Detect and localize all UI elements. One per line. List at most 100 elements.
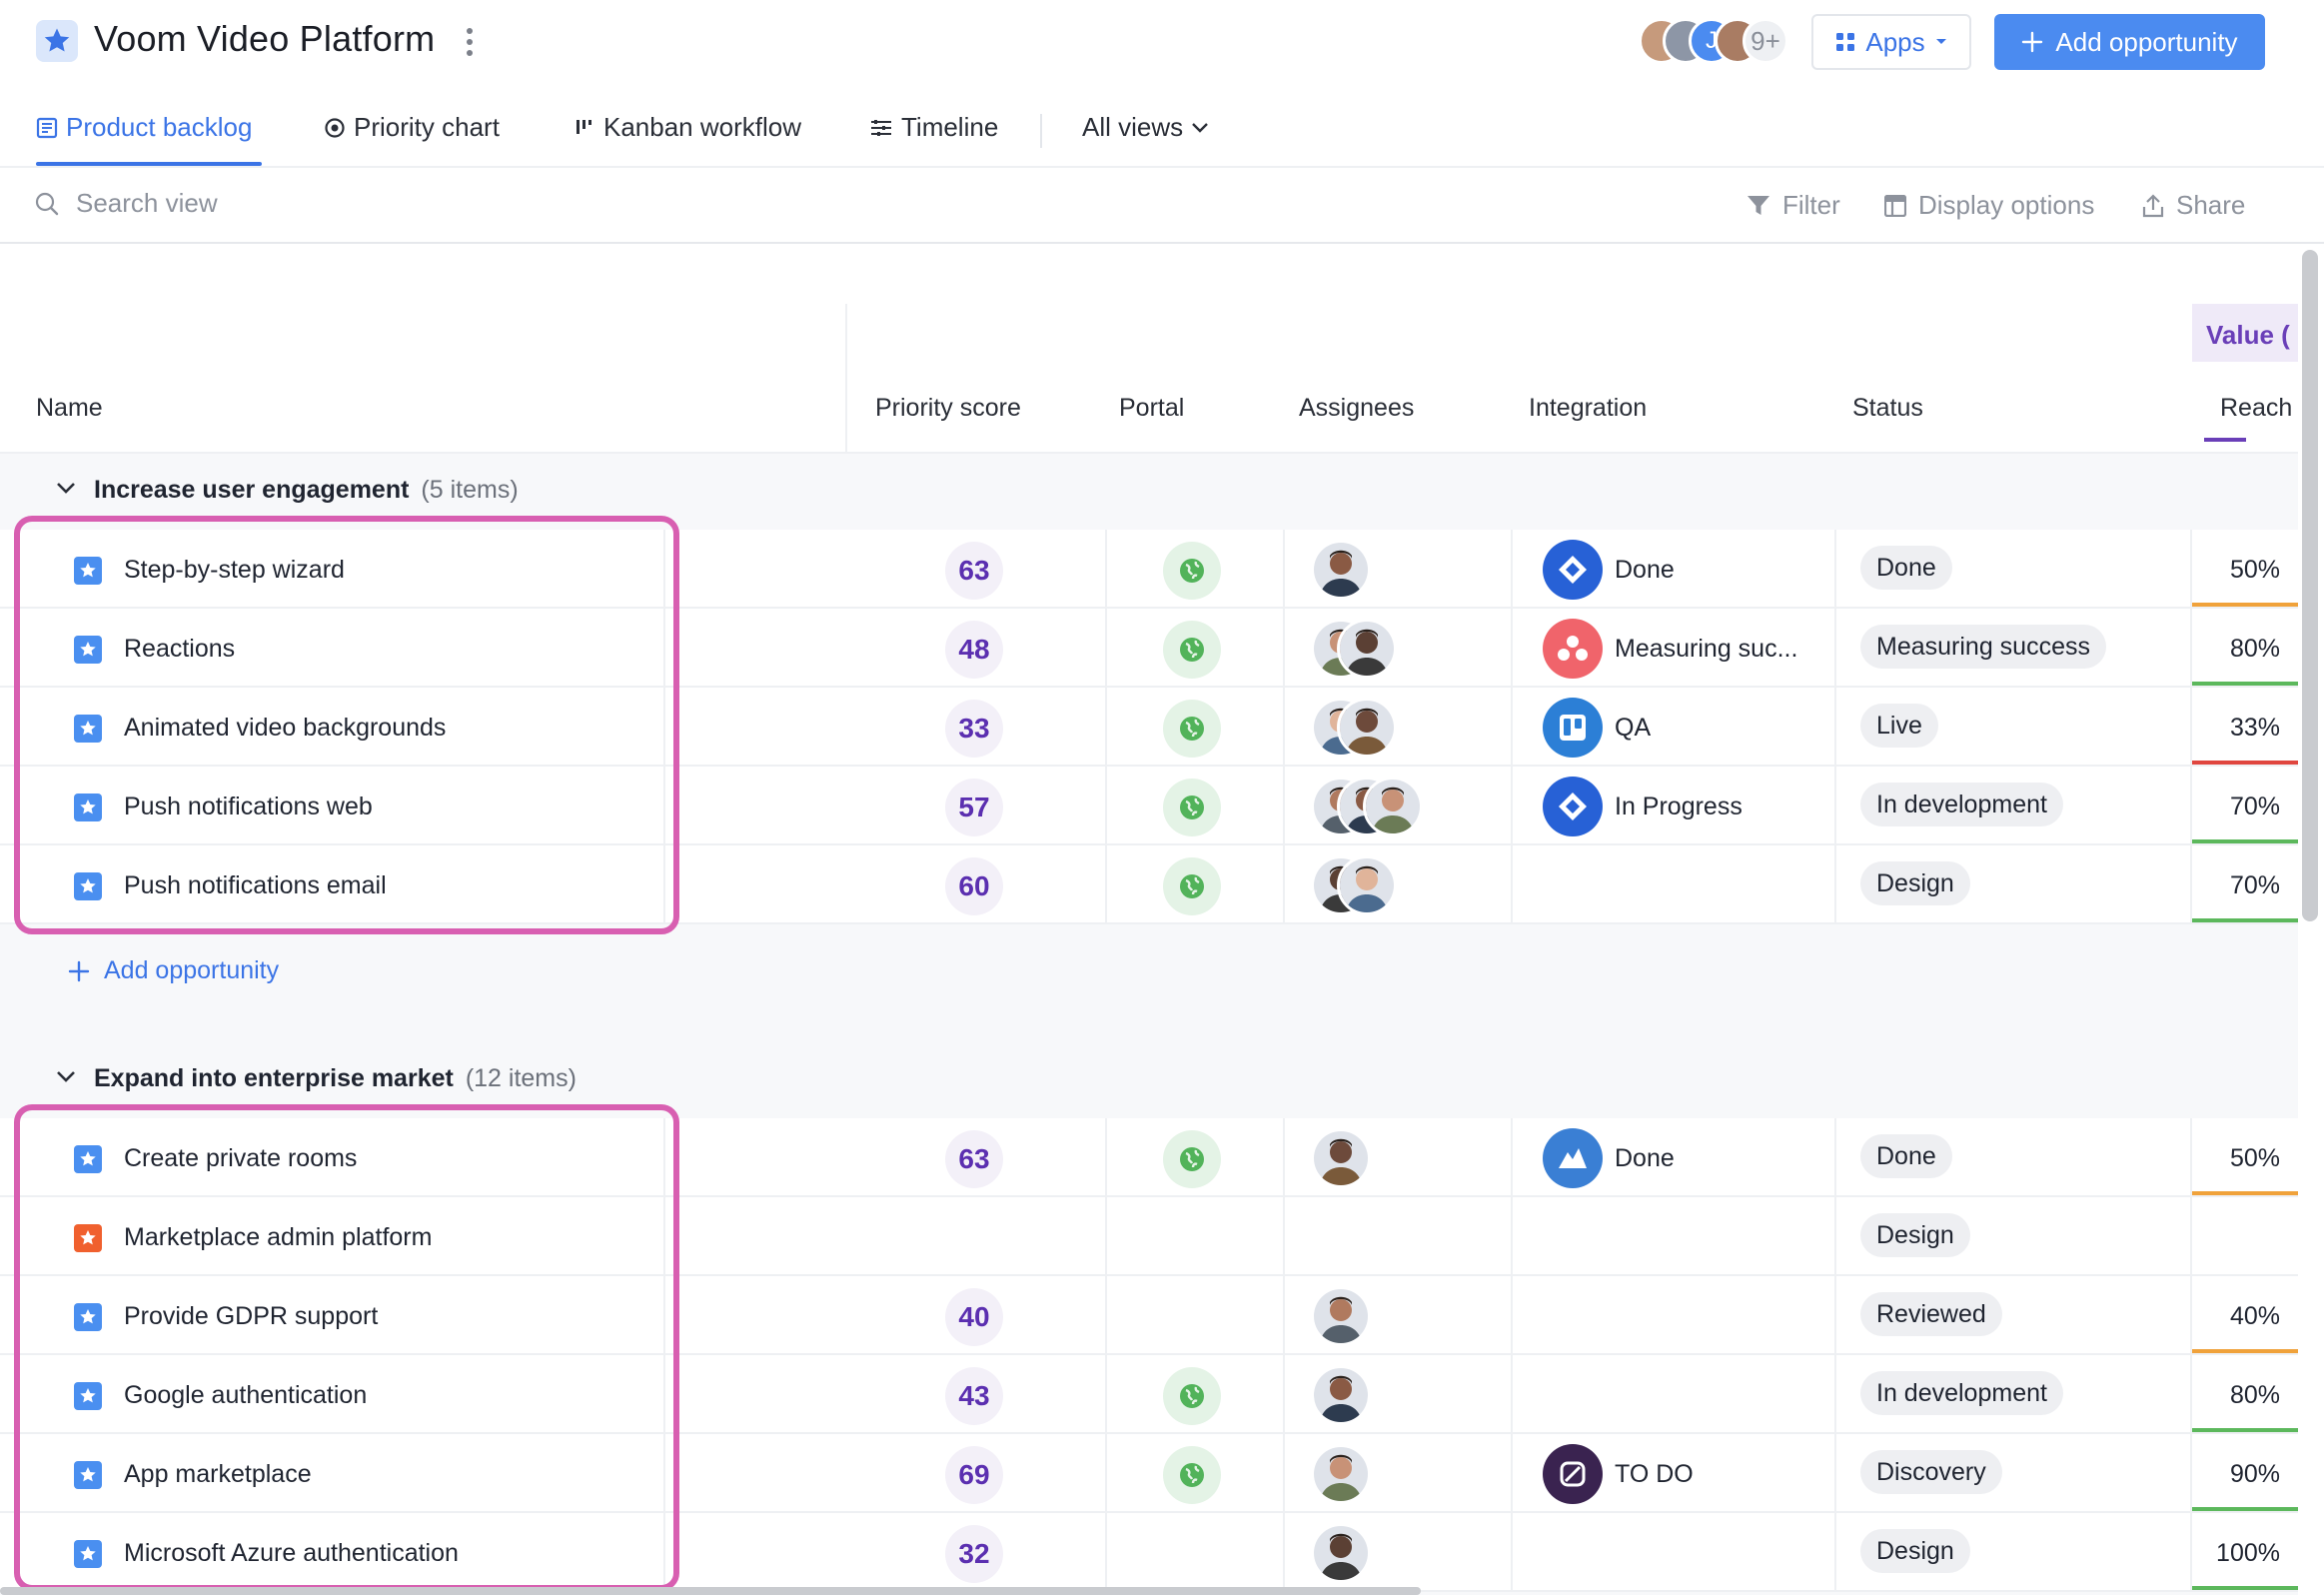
opportunity-name[interactable]: Microsoft Azure authentication — [124, 1539, 459, 1568]
tab-kanban-workflow[interactable]: Kanban workflow — [574, 112, 801, 143]
status-badge[interactable]: In development — [1860, 1371, 2063, 1415]
column-header-assignees[interactable]: Assignees — [1299, 394, 1414, 423]
portal-globe-icon[interactable] — [1163, 1446, 1221, 1504]
table-row[interactable]: Animated video backgrounds 33 QA Live 33% — [0, 688, 2298, 767]
table-row[interactable]: Push notifications web 57 In Progress In de… — [0, 767, 2298, 845]
column-header-integration[interactable]: Integration — [1529, 394, 1647, 423]
table-row[interactable]: Push notifications email 60 Design 70% — [0, 845, 2298, 924]
opportunity-name[interactable]: Google authentication — [124, 1381, 367, 1410]
table-row[interactable]: Reactions 48 Measuring suc... Measuring suc… — [0, 609, 2298, 688]
portal-globe-icon[interactable] — [1163, 1130, 1221, 1188]
status-badge[interactable]: In development — [1860, 783, 2063, 826]
opportunity-name[interactable]: Push notifications web — [124, 793, 373, 821]
status-badge[interactable]: Design — [1860, 861, 1970, 905]
cell-divider — [1283, 1276, 1285, 1355]
assignee-avatars[interactable] — [1311, 1444, 1451, 1504]
reach-cell[interactable]: 90% — [2192, 1434, 2298, 1513]
assignee-avatars[interactable] — [1311, 698, 1451, 758]
filter-button[interactable]: Filter — [1746, 190, 1840, 221]
reach-cell[interactable]: 70% — [2192, 767, 2298, 845]
table-row[interactable]: Provide GDPR support 40 Reviewed 40% — [0, 1276, 2298, 1355]
column-header-reach[interactable]: Reach — [2220, 394, 2292, 423]
column-header-name[interactable]: Name — [36, 394, 103, 423]
tab-priority-chart[interactable]: Priority chart — [324, 112, 500, 143]
group-header[interactable]: Increase user engagement (5 items) — [0, 454, 2298, 530]
opportunity-name[interactable]: Animated video backgrounds — [124, 714, 446, 743]
reach-cell[interactable]: 50% — [2192, 530, 2298, 609]
portal-globe-icon[interactable] — [1163, 1367, 1221, 1425]
horizontal-scrollbar[interactable] — [0, 1587, 1421, 1595]
reach-cell[interactable]: 50% — [2192, 1118, 2298, 1197]
column-header-status[interactable]: Status — [1852, 394, 1923, 423]
reach-cell[interactable] — [2192, 1197, 2298, 1276]
reach-cell[interactable]: 40% — [2192, 1276, 2298, 1355]
add-opportunity-link[interactable]: Add opportunity — [68, 956, 279, 985]
status-badge[interactable]: Done — [1860, 1134, 1952, 1178]
status-badge[interactable]: Design — [1860, 1213, 1970, 1257]
column-group-value[interactable]: Value ( — [2192, 304, 2298, 362]
chevron-down-icon[interactable] — [56, 482, 76, 496]
portal-globe-icon[interactable] — [1163, 542, 1221, 600]
reach-cell[interactable]: 100% — [2192, 1513, 2298, 1592]
list-icon — [36, 117, 58, 138]
column-header-portal[interactable]: Portal — [1119, 394, 1184, 423]
assignee-avatars[interactable] — [1311, 1128, 1451, 1188]
status-badge[interactable]: Measuring success — [1860, 625, 2106, 669]
opportunity-name[interactable]: Reactions — [124, 635, 235, 664]
status-badge[interactable]: Reviewed — [1860, 1292, 2002, 1336]
more-collaborators-badge[interactable]: 9+ — [1743, 18, 1788, 64]
reach-cell[interactable]: 80% — [2192, 609, 2298, 688]
status-badge[interactable]: Done — [1860, 546, 1952, 590]
assignee-avatars[interactable] — [1311, 1286, 1451, 1346]
status-badge[interactable]: Discovery — [1860, 1450, 2002, 1494]
table-row[interactable]: Google authentication 43 In development 80% — [0, 1355, 2298, 1434]
reach-cell[interactable]: 80% — [2192, 1355, 2298, 1434]
tab-product-backlog[interactable]: Product backlog — [36, 112, 252, 143]
assignee-avatars[interactable] — [1311, 540, 1451, 600]
azure-devops-icon[interactable] — [1543, 1128, 1603, 1188]
opportunity-name[interactable]: Step-by-step wizard — [124, 556, 345, 585]
more-options-icon[interactable] — [462, 24, 478, 60]
opportunity-name[interactable]: App marketplace — [124, 1460, 312, 1489]
assignee-avatars[interactable] — [1311, 1523, 1451, 1583]
shortcut-icon[interactable] — [1543, 1444, 1603, 1504]
assignee-avatars[interactable] — [1311, 855, 1451, 915]
tab-timeline[interactable]: Timeline — [869, 112, 998, 143]
collaborator-avatars[interactable]: J 9+ — [1639, 16, 1788, 66]
opportunity-name[interactable]: Marketplace admin platform — [124, 1223, 432, 1252]
portal-globe-icon[interactable] — [1163, 700, 1221, 758]
table-row[interactable]: Create private rooms 63 Done Done 50% — [0, 1118, 2298, 1197]
table-row[interactable]: Step-by-step wizard 63 Done Done 50% — [0, 530, 2298, 609]
status-badge[interactable]: Live — [1860, 704, 1938, 748]
portal-globe-icon[interactable] — [1163, 857, 1221, 915]
column-header-priority-score[interactable]: Priority score — [875, 394, 1021, 423]
table-row[interactable]: App marketplace 69 TO DO Discovery 90% — [0, 1434, 2298, 1513]
table-row[interactable]: Marketplace admin platform Design — [0, 1197, 2298, 1276]
assignee-avatars[interactable] — [1311, 1365, 1451, 1425]
vertical-scrollbar[interactable] — [2302, 250, 2318, 921]
group-header[interactable]: Expand into enterprise market (12 items) — [0, 1042, 2298, 1118]
reach-cell[interactable]: 33% — [2192, 688, 2298, 767]
assignee-avatars[interactable] — [1311, 619, 1451, 679]
opportunity-name[interactable]: Create private rooms — [124, 1144, 357, 1173]
table-row[interactable]: Microsoft Azure authentication 32 Design 10… — [0, 1513, 2298, 1592]
jira-icon[interactable] — [1543, 540, 1603, 600]
portal-globe-icon[interactable] — [1163, 621, 1221, 679]
opportunity-name[interactable]: Provide GDPR support — [124, 1302, 378, 1331]
display-options-button[interactable]: Display options — [1884, 190, 2094, 221]
asana-icon[interactable] — [1543, 619, 1603, 679]
share-button[interactable]: Share — [2142, 190, 2245, 221]
jira-icon[interactable] — [1543, 777, 1603, 836]
opportunity-name[interactable]: Push notifications email — [124, 871, 387, 900]
add-opportunity-button[interactable]: Add opportunity — [1994, 14, 2265, 70]
tab-all-views[interactable]: All views — [1082, 112, 1209, 143]
apps-button[interactable]: Apps — [1811, 14, 1971, 70]
chevron-down-icon[interactable] — [56, 1070, 76, 1084]
portal-globe-icon[interactable] — [1163, 779, 1221, 836]
search-input[interactable]: Search view — [76, 188, 218, 219]
status-badge[interactable]: Design — [1860, 1529, 1970, 1573]
assignee-avatars[interactable] — [1311, 777, 1451, 836]
trello-icon[interactable] — [1543, 698, 1603, 758]
search-view[interactable]: Search view — [34, 188, 218, 219]
reach-cell[interactable]: 70% — [2192, 845, 2298, 924]
